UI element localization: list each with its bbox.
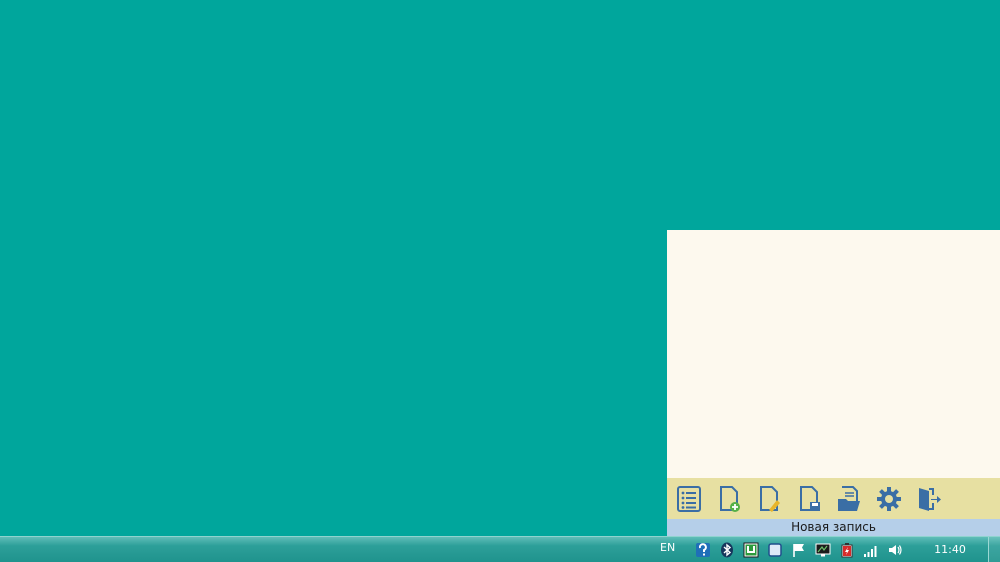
system-tray bbox=[694, 541, 904, 558]
action-center-flag-icon bbox=[793, 543, 804, 557]
tray-network-help[interactable] bbox=[694, 541, 712, 558]
new-note-button[interactable] bbox=[713, 483, 745, 515]
bluetooth-icon bbox=[721, 542, 733, 557]
tray-display[interactable] bbox=[814, 541, 832, 558]
language-indicator[interactable]: EN bbox=[660, 541, 688, 554]
new-note-icon bbox=[720, 485, 740, 512]
save-note-button[interactable] bbox=[793, 483, 825, 515]
tray-utorrent[interactable] bbox=[742, 541, 760, 558]
settings-button[interactable] bbox=[873, 483, 905, 515]
tray-action-center[interactable] bbox=[790, 541, 808, 558]
tray-bluetooth[interactable] bbox=[718, 541, 736, 558]
notes-app-window: Новая запись bbox=[667, 230, 1000, 536]
signal-icon bbox=[864, 545, 877, 557]
utorrent-icon bbox=[743, 542, 759, 557]
tray-box[interactable] bbox=[766, 541, 784, 558]
tray-signal[interactable] bbox=[862, 541, 880, 558]
note-text-area[interactable] bbox=[667, 230, 1000, 478]
network-help-icon bbox=[696, 542, 710, 557]
taskbar-clock[interactable]: 11:40 bbox=[928, 543, 972, 556]
display-icon bbox=[815, 543, 831, 556]
box-icon bbox=[768, 542, 782, 557]
settings-gear-icon bbox=[877, 486, 901, 511]
open-note-button[interactable] bbox=[833, 483, 865, 515]
list-icon bbox=[677, 485, 701, 512]
open-folder-icon bbox=[838, 485, 860, 511]
list-notes-button[interactable] bbox=[673, 483, 705, 515]
show-desktop-button[interactable] bbox=[988, 537, 1000, 562]
save-note-icon bbox=[800, 485, 820, 511]
status-bar: Новая запись bbox=[667, 519, 1000, 536]
volume-icon bbox=[889, 544, 902, 555]
edit-note-button[interactable] bbox=[753, 483, 785, 515]
exit-icon bbox=[919, 487, 941, 511]
exit-button[interactable] bbox=[913, 483, 945, 515]
taskbar: EN 11:40 bbox=[0, 536, 1000, 562]
notes-toolbar bbox=[667, 478, 1000, 519]
battery-icon bbox=[841, 542, 853, 557]
tray-volume[interactable] bbox=[886, 541, 904, 558]
tray-battery[interactable] bbox=[838, 541, 856, 558]
edit-note-icon bbox=[760, 485, 780, 512]
